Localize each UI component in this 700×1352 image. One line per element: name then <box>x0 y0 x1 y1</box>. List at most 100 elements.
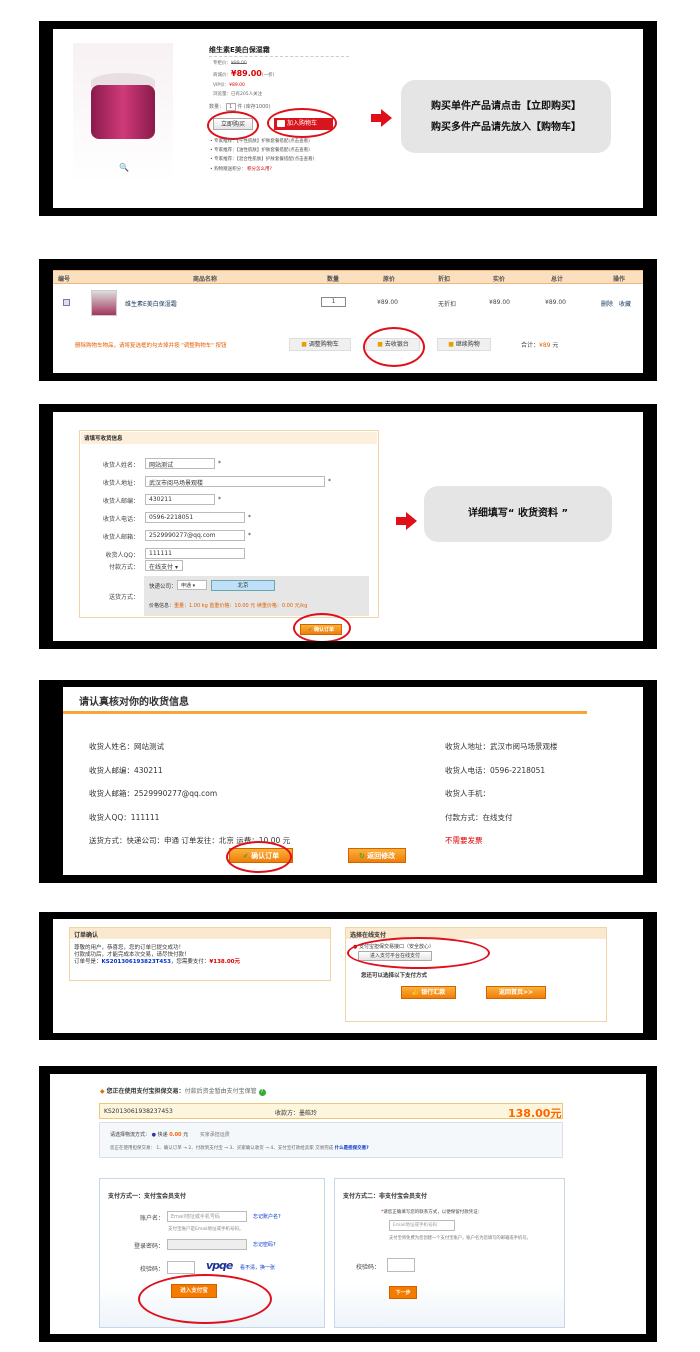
form-field-input[interactable]: 网站测试 <box>145 458 215 469</box>
express-chevron-icon: ▾ <box>192 583 196 589</box>
password-label: 登录密码： <box>133 1243 164 1250</box>
alipay-head-sub: 付款后资金暂由支付宝保管 <box>184 1088 257 1095</box>
price-row-value: ¥89.00 <box>229 83 245 88</box>
cart-qty-input[interactable]: 1 <box>321 297 346 307</box>
forgot-account-link[interactable]: 忘记账户名? <box>253 1213 281 1220</box>
guest-captcha-input[interactable] <box>387 1258 415 1272</box>
instruction-box: 详细填写“ 收货资料 ” <box>424 486 612 542</box>
bank-label: 银行汇款 <box>421 989 446 996</box>
highlight-ring-login <box>138 1274 272 1324</box>
order-no: KS201306193823T453 <box>101 959 171 965</box>
ship-label: 送货方式： <box>108 594 139 601</box>
password-input[interactable] <box>167 1239 247 1250</box>
form-field-label: 收货人邮箱： <box>102 534 139 541</box>
price-row-label: 商城价： <box>213 73 231 78</box>
help-icon[interactable]: ? <box>258 1089 266 1096</box>
form-field-input[interactable]: 430211 <box>145 494 215 505</box>
guest-pay-panel <box>334 1178 565 1328</box>
row-checkbox[interactable] <box>63 299 70 306</box>
captcha-input[interactable] <box>167 1261 195 1274</box>
step-shipping-form: 请填写收货信息 收货人姓名： 网站测试 * 收货人地址： 武汉市阅马场景观楼 * 收货人邮编… <box>39 404 657 649</box>
recommendation-link[interactable]: • 专家推荐：【干性肌肤】护肤套餐搭配(点击查看) <box>210 137 314 146</box>
pay-value: 在线支付 <box>149 564 174 571</box>
zoom-icon[interactable]: 🔍 <box>119 163 129 172</box>
price-suffix: (一折) <box>261 73 275 78</box>
forgot-password-link[interactable]: 忘记密码? <box>253 1241 276 1248</box>
logistics-bar <box>99 1122 563 1158</box>
cart-discount: 无折扣 <box>438 301 457 308</box>
adjust-icon: ■ <box>301 341 307 348</box>
logistics-unit: 元 <box>183 1132 189 1138</box>
express-value: 申通 <box>181 583 192 589</box>
points-link[interactable]: 积分怎么用? <box>247 167 272 172</box>
account-input[interactable]: Email地址或手机号码 <box>167 1211 247 1222</box>
form-field-input[interactable]: 2529990277@qq.com <box>145 530 245 541</box>
step-alipay: ◆ 您正在使用支付宝担保交易：付款后资金暂由支付宝保管 ? KS20130619… <box>39 1066 657 1342</box>
return-home-button[interactable]: 返回首页>> <box>486 986 546 999</box>
guest-contact-input[interactable]: Email地址或手机号码 <box>389 1220 455 1231</box>
logistics-radio[interactable]: ● <box>152 1132 156 1138</box>
review-left-item: 收货人QQ：111111 <box>89 812 160 822</box>
next-step-button[interactable]: 下一步 <box>389 1286 417 1299</box>
express-select[interactable]: 申通 ▾ <box>177 580 207 590</box>
price-info-label: 价格信息： <box>149 603 175 609</box>
alipay-amount: 138.00元 <box>508 1107 562 1120</box>
delete-link[interactable]: 删除 <box>601 299 613 308</box>
chevron-down-icon: ▾ <box>174 564 178 571</box>
bank-transfer-button[interactable]: 👍 银行汇款 <box>401 986 456 999</box>
review-title: 请认真核对你的收货信息 <box>79 697 189 708</box>
arrow-icon <box>371 109 393 127</box>
other-pay-text: 您还可以选择以下支付方式 <box>361 973 428 979</box>
buyer-fee: 买家承担运费 <box>199 1132 230 1138</box>
review-left-item: 收货人邮箱：2529990277@qq.com <box>89 789 218 798</box>
price-row-label: 专柜价： <box>213 61 231 66</box>
favorite-link[interactable]: 收藏 <box>619 299 631 308</box>
instruction-text: 详细填写“ 收货资料 ” <box>467 508 569 519</box>
continue-shopping-button[interactable]: ■ 继续购物 <box>437 338 491 351</box>
payee-label: 收款方： <box>275 1110 300 1117</box>
captcha-refresh-link[interactable]: 看不清，换一张 <box>240 1264 275 1271</box>
pay-need-value: ¥138.00元 <box>209 959 240 965</box>
price-row-value: ¥89.00 <box>231 69 262 78</box>
order-panel-title: 订单确认 <box>70 928 330 939</box>
product-title: 维生素E美白保湿霜 <box>209 46 270 54</box>
review-right-item: 不需要发票 <box>445 836 483 845</box>
cart-item-name[interactable]: 维生素E美白保湿霜 <box>125 299 177 308</box>
product-image <box>73 43 173 183</box>
sum-label: 合计： <box>521 342 540 349</box>
logistics-value: 快递 <box>157 1132 168 1138</box>
back-edit-button[interactable]: ↻ 返回修改 <box>348 848 406 863</box>
captcha-label: 校验码： <box>139 1266 164 1273</box>
price-row: VIP价：¥89.00 <box>213 81 274 90</box>
price-row-label: 浏览量： <box>213 92 231 97</box>
cart-row: 维生素E美白保湿霜 1 ¥89.00 无折扣 ¥89.00 ¥89.00 删除 … <box>53 286 643 320</box>
cart-total: ¥89.00 <box>545 299 566 306</box>
recommendation-link[interactable]: • 专家推荐：【混合性肌肤】护肤套餐搭配(点击查看) <box>210 155 314 164</box>
price-row-label: VIP价： <box>213 83 230 88</box>
adjust-cart-button[interactable]: ■ 调整购物车 <box>289 338 351 351</box>
form-field-input[interactable]: 武汉市阅马场景观楼 <box>145 476 325 487</box>
cart-hint: 删除购物车物品，请将复选框的勾去掉并按 "调整购物车" 按钮 <box>75 343 227 349</box>
trade-flow: 您正在使用担保交易： 1、确认订单 → 2、付款到支付宝 → 3、买家确认收货 … <box>110 1146 334 1151</box>
step-order-confirm: 订单确认 尊敬的用户，恭喜您，您的订单已提交成功！ 付款成功后，才能完成本次交易… <box>39 912 657 1040</box>
step-cart: 编号 商品名称 数量 原价 折扣 实价 总计 操作 维生素E美白保湿霜 1 ¥8… <box>39 259 657 381</box>
guest-hint: 请您正确填写您的联系方式，以便保留付款凭证： <box>383 1210 483 1215</box>
review-right-item: 收货人手机： <box>445 789 490 798</box>
form-field-input[interactable]: 0596-2218051 <box>145 512 245 523</box>
guest-hint-2: 支付宝将免费为您创建一个支付宝账户，账户名为您填写的邮箱或手机号。 <box>389 1236 531 1241</box>
review-right-item: 收货人电话：0596-2218051 <box>445 765 546 775</box>
recommendation-link[interactable]: • 专家推荐：【油性肌肤】护肤套餐搭配(点击查看) <box>210 146 314 155</box>
account-label: 账户名： <box>139 1215 164 1222</box>
review-right-item: 收货人地址：武汉市阅马场景观楼 <box>445 742 558 751</box>
review-left-item: 收货人邮编：430211 <box>89 765 163 775</box>
pay-select[interactable]: 在线支付 ▾ <box>145 560 183 571</box>
highlight-ring-confirm <box>293 613 351 641</box>
form-field-input[interactable]: 111111 <box>145 548 245 559</box>
city-box[interactable]: 北京 <box>211 580 275 591</box>
required-mark: * <box>248 514 251 521</box>
form-field-label: 收货人电话： <box>102 516 139 523</box>
trade-flow-link[interactable]: 什么是担保交易? <box>335 1146 369 1151</box>
instruction-box: 购买单件产品请点击【立即购买】 购买多件产品请先放入【购物车】 <box>401 80 611 153</box>
step-review: 请认真核对你的收货信息 收货人姓名：网站测试 收货人邮编：430211 收货人邮箱：… <box>39 680 657 883</box>
qty-input[interactable]: 1 <box>225 103 236 111</box>
